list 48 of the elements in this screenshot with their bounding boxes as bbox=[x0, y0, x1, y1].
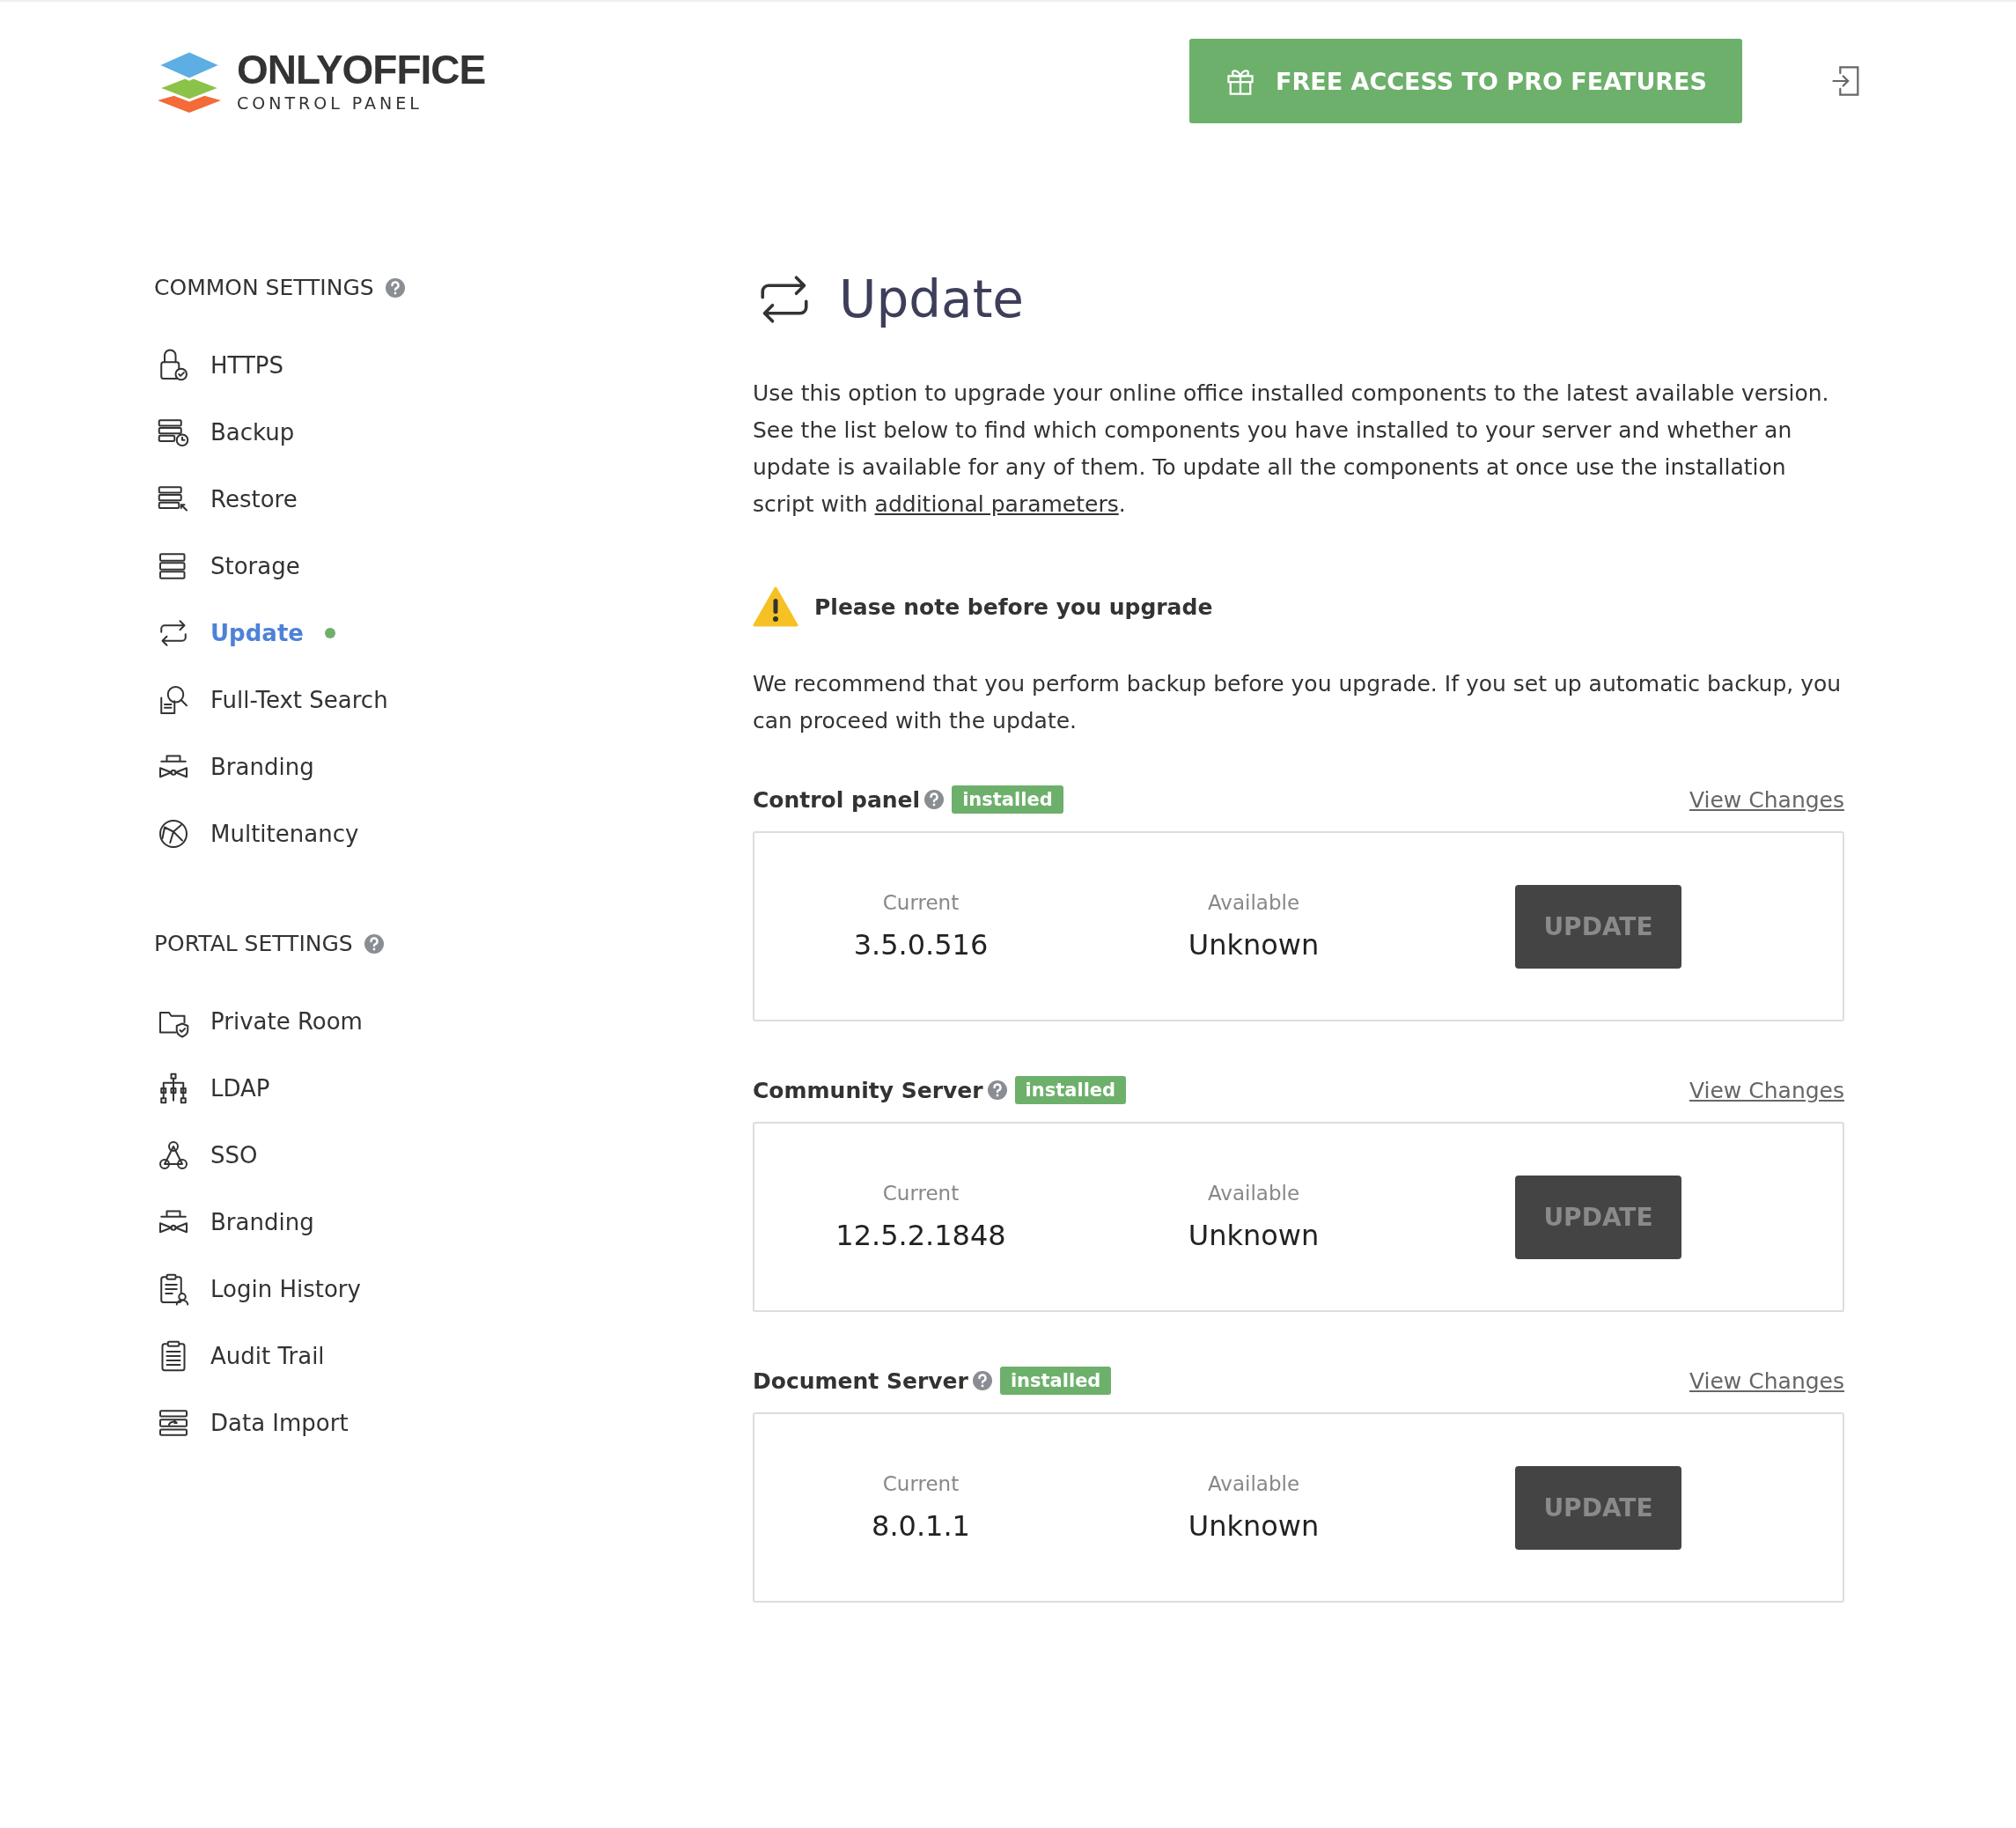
available-version: Unknown bbox=[1188, 1219, 1320, 1252]
installed-badge: installed bbox=[952, 785, 1063, 814]
component-name: Control panel bbox=[753, 786, 921, 813]
available-label: Available bbox=[1207, 1472, 1300, 1495]
component-name: Community Server bbox=[753, 1077, 983, 1103]
help-icon[interactable] bbox=[363, 932, 385, 955]
sidebar-item[interactable]: Update bbox=[154, 600, 335, 667]
sidebar-item[interactable]: SSO bbox=[154, 1122, 258, 1189]
logo-text: ONLYOFFICE bbox=[237, 49, 486, 90]
sidebar-item[interactable]: LDAP bbox=[154, 1055, 270, 1122]
current-version: 3.5.0.516 bbox=[853, 928, 989, 962]
help-icon[interactable] bbox=[923, 789, 945, 810]
current-label: Current bbox=[882, 1472, 960, 1495]
current-label: Current bbox=[882, 1182, 960, 1205]
sidebar-item[interactable]: Backup bbox=[154, 399, 295, 466]
warning-text: We recommend that you perform backup before you upgrade. If you set up automatic backup, you can proceed with the update. bbox=[753, 670, 1843, 735]
logo-subtitle: CONTROL PANEL bbox=[237, 93, 423, 113]
warning-title: Please note before you upgrade bbox=[814, 593, 1213, 620]
component-name: Document Server bbox=[753, 1367, 968, 1394]
help-icon[interactable] bbox=[986, 1080, 1008, 1101]
available-version: Unknown bbox=[1188, 928, 1320, 962]
current-label: Current bbox=[882, 891, 960, 914]
sidebar-item[interactable]: Branding bbox=[154, 733, 314, 800]
sidebar-item[interactable]: HTTPS bbox=[154, 332, 284, 399]
section-title: PORTAL SETTINGS bbox=[154, 931, 353, 956]
help-icon[interactable] bbox=[971, 1370, 993, 1391]
sidebar-item[interactable]: Full-Text Search bbox=[154, 667, 388, 733]
sidebar-item[interactable]: Data Import bbox=[154, 1389, 349, 1456]
section-title: COMMON SETTINGS bbox=[154, 275, 374, 300]
sidebar-item[interactable]: Multitenancy bbox=[154, 800, 359, 867]
available-label: Available bbox=[1207, 1182, 1300, 1205]
sidebar-item[interactable]: Audit Trail bbox=[154, 1323, 325, 1389]
sidebar-item[interactable]: Branding bbox=[154, 1189, 314, 1256]
parameters-link[interactable]: additional parameters bbox=[874, 491, 1119, 517]
installed-badge: installed bbox=[999, 1367, 1112, 1395]
sidebar-item[interactable]: Storage bbox=[154, 533, 300, 600]
description-text: Use this option to upgrade your online office installed components to the latest available version. See the list below to find which components you have installed to your server and whether an update is available for any of them. To update all the components at once use the installation script with additional parameters. bbox=[753, 380, 1830, 519]
sidebar-item[interactable]: Restore bbox=[154, 466, 298, 533]
page-title: Update bbox=[839, 269, 1025, 329]
help-icon[interactable] bbox=[384, 276, 406, 299]
warning-icon bbox=[753, 586, 798, 627]
installed-badge: installed bbox=[1014, 1076, 1127, 1104]
sidebar-item[interactable]: Login History bbox=[154, 1256, 361, 1323]
available-label: Available bbox=[1207, 891, 1300, 914]
sidebar-item[interactable]: Private Room bbox=[154, 988, 363, 1055]
current-version: 12.5.2.1848 bbox=[835, 1219, 1006, 1252]
current-version: 8.0.1.1 bbox=[872, 1509, 970, 1543]
available-version: Unknown bbox=[1188, 1509, 1320, 1543]
